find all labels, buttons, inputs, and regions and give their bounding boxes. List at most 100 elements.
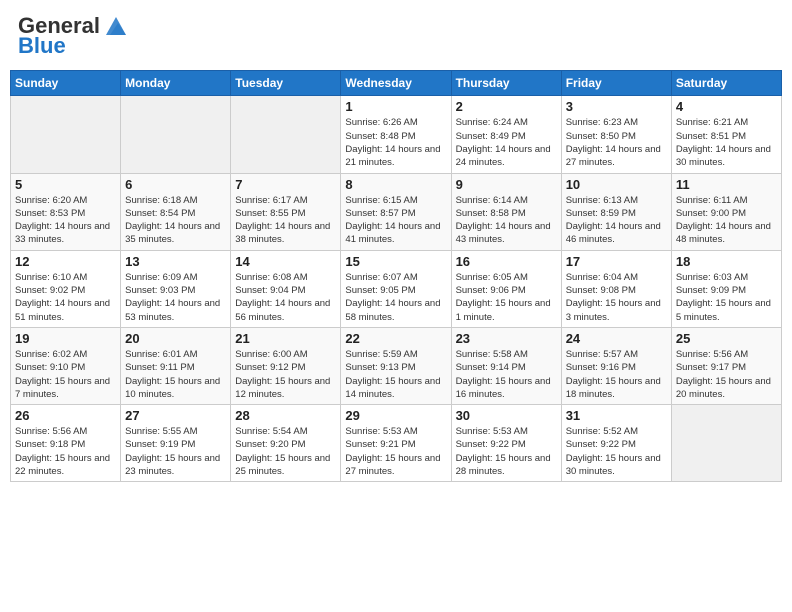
- calendar-cell: 3 Sunrise: 6:23 AMSunset: 8:50 PMDaylight…: [561, 96, 671, 173]
- calendar-day-header: Sunday: [11, 71, 121, 96]
- day-info: Sunrise: 6:20 AMSunset: 8:53 PMDaylight:…: [15, 194, 116, 247]
- day-number: 24: [566, 331, 667, 346]
- calendar-cell: 6 Sunrise: 6:18 AMSunset: 8:54 PMDaylight…: [121, 173, 231, 250]
- calendar-cell: 17Sunrise: 6:04 AMSunset: 9:08 PMDayligh…: [561, 250, 671, 327]
- day-number: 15: [345, 254, 446, 269]
- day-number: 8: [345, 177, 446, 192]
- calendar-cell: 22Sunrise: 5:59 AMSunset: 9:13 PMDayligh…: [341, 327, 451, 404]
- calendar-cell: 9 Sunrise: 6:14 AMSunset: 8:58 PMDaylight…: [451, 173, 561, 250]
- calendar-cell: 29 Sunrise: 5:53 AMSunset: 9:21 PMDayligh…: [341, 405, 451, 482]
- calendar-cell: 1 Sunrise: 6:26 AMSunset: 8:48 PMDaylight…: [341, 96, 451, 173]
- day-info: Sunrise: 6:24 AMSunset: 8:49 PMDaylight:…: [456, 116, 557, 169]
- calendar-cell: 31 Sunrise: 5:52 AMSunset: 9:22 PMDayligh…: [561, 405, 671, 482]
- day-number: 5: [15, 177, 116, 192]
- calendar-cell: 14 Sunrise: 6:08 AMSunset: 9:04 PMDayligh…: [231, 250, 341, 327]
- day-number: 4: [676, 99, 777, 114]
- calendar-cell: [121, 96, 231, 173]
- calendar-week-row: 1 Sunrise: 6:26 AMSunset: 8:48 PMDaylight…: [11, 96, 782, 173]
- calendar-cell: 23Sunrise: 5:58 AMSunset: 9:14 PMDayligh…: [451, 327, 561, 404]
- calendar-cell: 12 Sunrise: 6:10 AMSunset: 9:02 PMDayligh…: [11, 250, 121, 327]
- day-number: 13: [125, 254, 226, 269]
- calendar-day-header: Tuesday: [231, 71, 341, 96]
- day-number: 18: [676, 254, 777, 269]
- calendar-day-header: Wednesday: [341, 71, 451, 96]
- calendar-cell: 26 Sunrise: 5:56 AMSunset: 9:18 PMDayligh…: [11, 405, 121, 482]
- day-number: 28: [235, 408, 336, 423]
- day-number: 16: [456, 254, 557, 269]
- calendar-week-row: 19Sunrise: 6:02 AMSunset: 9:10 PMDayligh…: [11, 327, 782, 404]
- day-info: Sunrise: 6:23 AMSunset: 8:50 PMDaylight:…: [566, 116, 667, 169]
- calendar-cell: 16 Sunrise: 6:05 AMSunset: 9:06 PMDayligh…: [451, 250, 561, 327]
- calendar-cell: 28Sunrise: 5:54 AMSunset: 9:20 PMDayligh…: [231, 405, 341, 482]
- calendar-cell: [231, 96, 341, 173]
- day-info: Sunrise: 6:11 AMSunset: 9:00 PMDaylight:…: [676, 194, 777, 247]
- calendar-day-header: Saturday: [671, 71, 781, 96]
- day-info: Sunrise: 5:56 AMSunset: 9:17 PMDaylight:…: [676, 348, 777, 401]
- calendar-cell: 7 Sunrise: 6:17 AMSunset: 8:55 PMDaylight…: [231, 173, 341, 250]
- day-info: Sunrise: 5:53 AMSunset: 9:21 PMDaylight:…: [345, 425, 446, 478]
- calendar-cell: 4 Sunrise: 6:21 AMSunset: 8:51 PMDaylight…: [671, 96, 781, 173]
- calendar-cell: 10 Sunrise: 6:13 AMSunset: 8:59 PMDayligh…: [561, 173, 671, 250]
- day-info: Sunrise: 5:55 AMSunset: 9:19 PMDaylight:…: [125, 425, 226, 478]
- calendar-table: SundayMondayTuesdayWednesdayThursdayFrid…: [10, 70, 782, 482]
- calendar-cell: 18 Sunrise: 6:03 AMSunset: 9:09 PMDayligh…: [671, 250, 781, 327]
- day-info: Sunrise: 6:21 AMSunset: 8:51 PMDaylight:…: [676, 116, 777, 169]
- day-info: Sunrise: 5:56 AMSunset: 9:18 PMDaylight:…: [15, 425, 116, 478]
- day-number: 9: [456, 177, 557, 192]
- day-info: Sunrise: 6:07 AMSunset: 9:05 PMDaylight:…: [345, 271, 446, 324]
- day-number: 22: [345, 331, 446, 346]
- logo: General Blue: [18, 14, 130, 58]
- day-info: Sunrise: 5:58 AMSunset: 9:14 PMDaylight:…: [456, 348, 557, 401]
- day-number: 11: [676, 177, 777, 192]
- calendar-day-header: Monday: [121, 71, 231, 96]
- day-info: Sunrise: 6:17 AMSunset: 8:55 PMDaylight:…: [235, 194, 336, 247]
- day-number: 26: [15, 408, 116, 423]
- day-info: Sunrise: 6:09 AMSunset: 9:03 PMDaylight:…: [125, 271, 226, 324]
- day-number: 27: [125, 408, 226, 423]
- day-number: 2: [456, 99, 557, 114]
- calendar-cell: 13 Sunrise: 6:09 AMSunset: 9:03 PMDayligh…: [121, 250, 231, 327]
- calendar-cell: 20 Sunrise: 6:01 AMSunset: 9:11 PMDayligh…: [121, 327, 231, 404]
- day-number: 14: [235, 254, 336, 269]
- page-header: General Blue: [10, 10, 782, 62]
- calendar-cell: 11 Sunrise: 6:11 AMSunset: 9:00 PMDayligh…: [671, 173, 781, 250]
- day-number: 7: [235, 177, 336, 192]
- calendar-week-row: 5 Sunrise: 6:20 AMSunset: 8:53 PMDaylight…: [11, 173, 782, 250]
- calendar-cell: 19Sunrise: 6:02 AMSunset: 9:10 PMDayligh…: [11, 327, 121, 404]
- day-number: 10: [566, 177, 667, 192]
- day-info: Sunrise: 6:00 AMSunset: 9:12 PMDaylight:…: [235, 348, 336, 401]
- day-info: Sunrise: 5:53 AMSunset: 9:22 PMDaylight:…: [456, 425, 557, 478]
- calendar-header-row: SundayMondayTuesdayWednesdayThursdayFrid…: [11, 71, 782, 96]
- day-number: 1: [345, 99, 446, 114]
- day-number: 29: [345, 408, 446, 423]
- calendar-cell: [671, 405, 781, 482]
- day-info: Sunrise: 6:10 AMSunset: 9:02 PMDaylight:…: [15, 271, 116, 324]
- calendar-cell: 2 Sunrise: 6:24 AMSunset: 8:49 PMDaylight…: [451, 96, 561, 173]
- day-info: Sunrise: 6:18 AMSunset: 8:54 PMDaylight:…: [125, 194, 226, 247]
- day-info: Sunrise: 6:14 AMSunset: 8:58 PMDaylight:…: [456, 194, 557, 247]
- calendar-cell: 21 Sunrise: 6:00 AMSunset: 9:12 PMDayligh…: [231, 327, 341, 404]
- calendar-cell: 8Sunrise: 6:15 AMSunset: 8:57 PMDaylight…: [341, 173, 451, 250]
- day-info: Sunrise: 6:13 AMSunset: 8:59 PMDaylight:…: [566, 194, 667, 247]
- calendar-cell: [11, 96, 121, 173]
- day-info: Sunrise: 6:04 AMSunset: 9:08 PMDaylight:…: [566, 271, 667, 324]
- day-number: 20: [125, 331, 226, 346]
- calendar-cell: 27 Sunrise: 5:55 AMSunset: 9:19 PMDayligh…: [121, 405, 231, 482]
- day-number: 25: [676, 331, 777, 346]
- calendar-cell: 25 Sunrise: 5:56 AMSunset: 9:17 PMDayligh…: [671, 327, 781, 404]
- day-number: 6: [125, 177, 226, 192]
- day-info: Sunrise: 6:03 AMSunset: 9:09 PMDaylight:…: [676, 271, 777, 324]
- day-info: Sunrise: 6:01 AMSunset: 9:11 PMDaylight:…: [125, 348, 226, 401]
- day-info: Sunrise: 6:26 AMSunset: 8:48 PMDaylight:…: [345, 116, 446, 169]
- calendar-cell: 5 Sunrise: 6:20 AMSunset: 8:53 PMDaylight…: [11, 173, 121, 250]
- day-number: 21: [235, 331, 336, 346]
- day-number: 30: [456, 408, 557, 423]
- day-info: Sunrise: 5:52 AMSunset: 9:22 PMDaylight:…: [566, 425, 667, 478]
- calendar-day-header: Thursday: [451, 71, 561, 96]
- calendar-day-header: Friday: [561, 71, 671, 96]
- day-number: 3: [566, 99, 667, 114]
- day-number: 12: [15, 254, 116, 269]
- day-info: Sunrise: 6:05 AMSunset: 9:06 PMDaylight:…: [456, 271, 557, 324]
- day-number: 31: [566, 408, 667, 423]
- day-info: Sunrise: 6:08 AMSunset: 9:04 PMDaylight:…: [235, 271, 336, 324]
